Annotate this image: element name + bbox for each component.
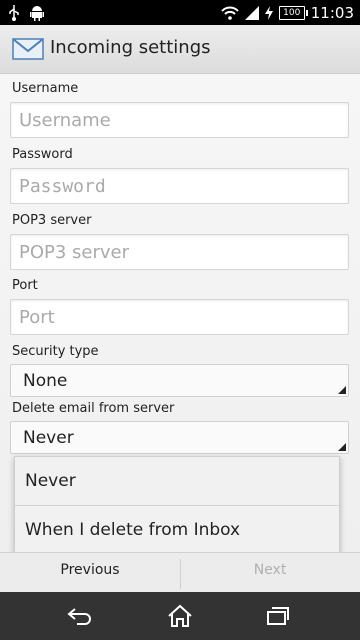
security-type-label: Security type (12, 344, 99, 359)
battery-icon: 100 (278, 5, 308, 20)
dropdown-corner-icon (338, 443, 346, 451)
status-bar: 100 11:03 (0, 0, 360, 25)
delete-email-label: Delete email from server (12, 401, 175, 416)
page-title: Incoming settings (50, 37, 211, 58)
password-field[interactable]: Password (10, 168, 349, 204)
recent-apps-button[interactable] (258, 602, 298, 630)
port-field[interactable]: Port (10, 299, 349, 335)
username-field[interactable]: Username (10, 102, 349, 138)
username-label: Username (12, 81, 79, 96)
security-type-select[interactable]: None (10, 364, 349, 397)
charging-icon (264, 5, 273, 20)
action-bar: Incoming settings (0, 25, 360, 74)
dropdown-option-when-delete-from-inbox[interactable]: When I delete from Inbox (15, 506, 339, 554)
system-nav-bar (0, 592, 360, 640)
wifi-icon (221, 6, 239, 20)
clock: 11:03 (310, 3, 354, 22)
recent-apps-icon (267, 607, 289, 625)
home-button[interactable] (160, 602, 200, 630)
home-icon (168, 604, 192, 627)
back-button[interactable] (60, 602, 100, 630)
android-icon (30, 5, 44, 21)
signal-icon (244, 5, 259, 20)
dropdown-corner-icon (338, 386, 346, 394)
password-label: Password (12, 147, 73, 162)
previous-button[interactable]: Previous (0, 553, 180, 593)
port-label: Port (12, 278, 38, 293)
delete-email-select[interactable]: Never (10, 421, 349, 454)
next-button[interactable]: Next (180, 553, 360, 593)
pop3-server-label: POP3 server (12, 213, 92, 228)
delete-email-value: Never (23, 428, 74, 448)
dropdown-option-never[interactable]: Never (15, 457, 339, 505)
pop3-server-field[interactable]: POP3 server (10, 234, 349, 270)
usb-icon (9, 4, 19, 21)
back-icon (67, 608, 91, 625)
delete-email-dropdown: Never When I delete from Inbox (14, 456, 340, 556)
wizard-buttons: Previous Next (0, 552, 360, 593)
mail-icon (12, 38, 44, 60)
security-type-value: None (23, 371, 68, 391)
